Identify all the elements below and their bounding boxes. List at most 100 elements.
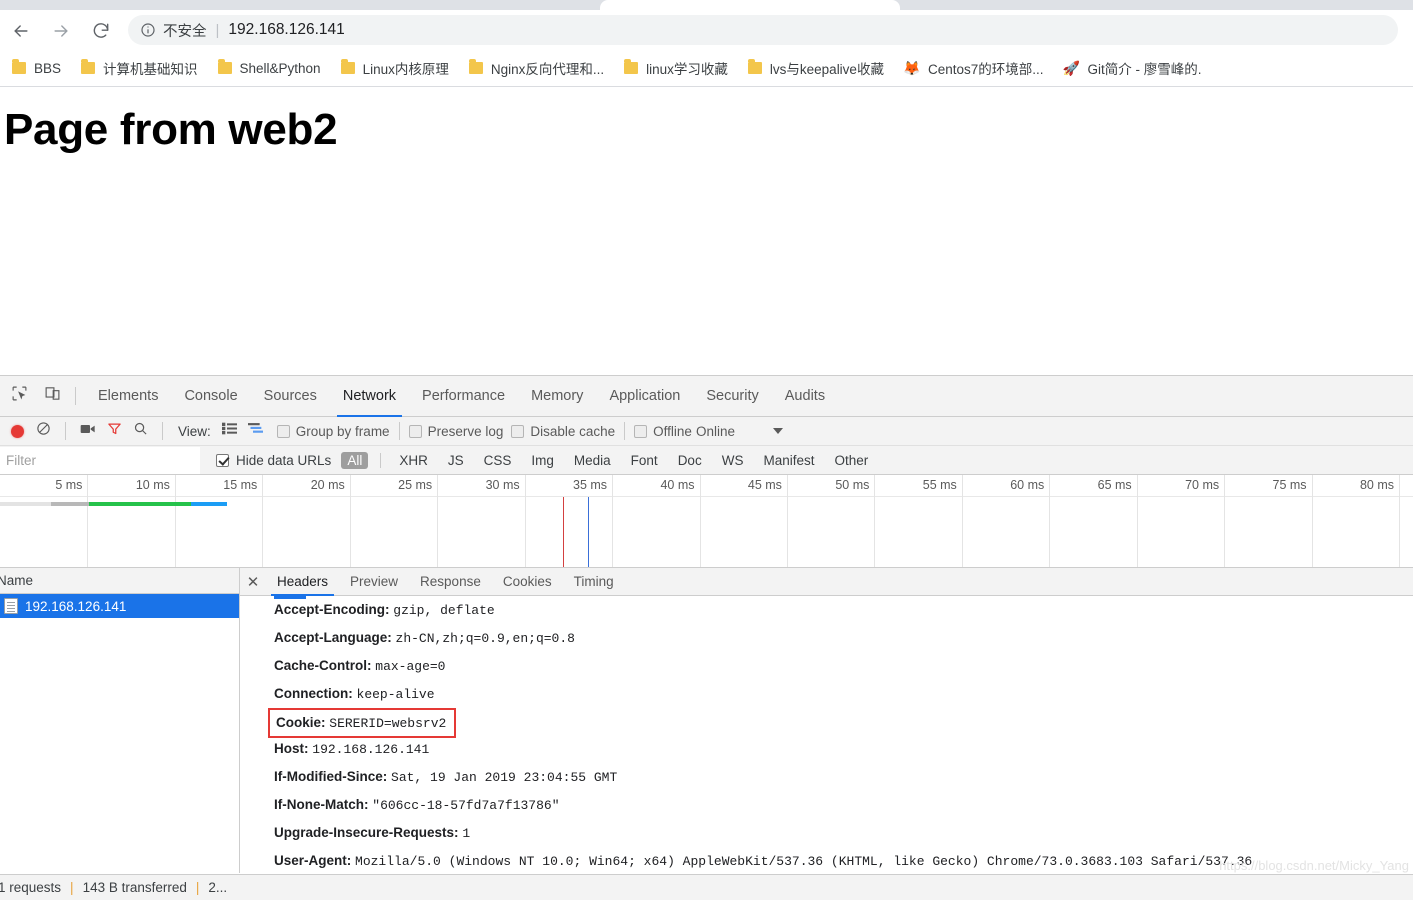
header-value: max-age=0 — [375, 659, 446, 674]
header-row: Connection: keep-alive — [274, 680, 1413, 708]
browser-tab-active[interactable] — [600, 0, 900, 10]
devtools-tabs: Elements Console Sources Network Performance… — [85, 376, 838, 417]
bookmark-item[interactable]: 🚀 Git简介 - 廖雪峰的. — [1058, 54, 1210, 82]
bookmark-item[interactable]: BBS — [6, 54, 69, 82]
view-list-button[interactable] — [217, 420, 243, 442]
folder-icon — [12, 59, 26, 74]
filter-divider — [380, 452, 382, 468]
filter-chip-js[interactable]: JS — [442, 452, 470, 469]
header-name: Upgrade-Insecure-Requests: — [274, 825, 459, 840]
filter-chip-ws[interactable]: WS — [716, 452, 750, 469]
detail-tab-timing[interactable]: Timing — [563, 568, 625, 596]
timeline-tick-label: 45 ms — [747, 478, 782, 492]
header-name: Accept-Encoding: — [274, 602, 390, 617]
header-row: Host: 192.168.126.141 — [274, 735, 1413, 763]
header-row: Cache-Control: max-age=0 — [274, 652, 1413, 680]
reload-button[interactable] — [88, 18, 114, 44]
timeline-gridline — [961, 475, 963, 567]
bookmark-item[interactable]: 🦊 Centos7的环境部... — [898, 54, 1052, 82]
header-value: SERERID=websrv2 — [329, 716, 447, 731]
forward-button[interactable] — [48, 18, 74, 44]
back-button[interactable] — [8, 18, 34, 44]
header-name: If-None-Match: — [274, 797, 369, 812]
url-text[interactable]: 192.168.126.141 — [228, 21, 344, 39]
tab-console[interactable]: Console — [171, 376, 250, 417]
disable-cache-checkbox[interactable]: Disable cache — [511, 424, 615, 439]
bookmark-item[interactable]: Linux内核原理 — [335, 54, 457, 82]
bookmark-item[interactable]: lvs与keepalive收藏 — [742, 54, 892, 82]
throttling-value[interactable]: Online — [696, 424, 735, 439]
preserve-log-checkbox[interactable]: Preserve log — [408, 424, 503, 439]
table-row[interactable]: 192.168.126.141 — [0, 594, 239, 618]
header-value: Mozilla/5.0 (Windows NT 10.0; Win64; x64… — [355, 854, 1253, 869]
clear-button[interactable] — [30, 420, 56, 442]
filter-input[interactable] — [0, 446, 200, 474]
header-value: gzip, deflate — [393, 603, 495, 618]
network-timeline-overview[interactable]: 5 ms 10 ms 15 ms 20 ms 25 ms 30 ms 35 ms 40 ms 4… — [0, 475, 1413, 568]
timeline-gridline — [349, 475, 351, 567]
detail-tab-response[interactable]: Response — [409, 568, 492, 596]
device-toolbar-button[interactable] — [38, 382, 66, 410]
bookmark-item[interactable]: 计算机基础知识 — [75, 54, 206, 82]
filter-chip-all[interactable]: All — [341, 451, 369, 469]
offline-checkbox[interactable]: Offline — [634, 424, 692, 439]
timeline-tick-label: 70 ms — [1185, 478, 1220, 492]
tab-strip — [0, 0, 1413, 10]
filter-toggle-button[interactable] — [101, 420, 127, 442]
inspect-element-button[interactable] — [5, 382, 33, 410]
toolbar-divider-3 — [162, 422, 163, 440]
tab-elements[interactable]: Elements — [85, 376, 171, 417]
filter-chip-css[interactable]: CSS — [478, 452, 518, 469]
header-value: Sat, 19 Jan 2019 23:04:55 GMT — [391, 770, 618, 785]
detail-tab-preview[interactable]: Preview — [339, 568, 409, 596]
info-circle-icon[interactable] — [140, 22, 156, 38]
capture-screenshots-button[interactable] — [75, 420, 101, 442]
folder-icon — [747, 59, 762, 74]
filter-chip-xhr[interactable]: XHR — [393, 452, 434, 469]
tab-memory[interactable]: Memory — [518, 376, 596, 417]
tab-sources[interactable]: Sources — [251, 376, 330, 417]
tab-audits[interactable]: Audits — [772, 376, 838, 417]
header-name: Connection: — [274, 686, 353, 701]
request-count: 1 requests — [0, 880, 62, 895]
throttling-dropdown-button[interactable] — [765, 420, 791, 442]
bookmark-item[interactable]: Nginx反向代理和... — [463, 54, 612, 82]
rocket-icon: 🚀 — [1062, 60, 1081, 76]
record-button-icon — [10, 424, 24, 438]
timeline-gridline — [174, 475, 176, 567]
filter-chip-other[interactable]: Other — [828, 452, 874, 469]
tab-application[interactable]: Application — [596, 376, 693, 417]
bookmark-item[interactable]: linux学习收藏 — [618, 54, 736, 82]
filter-chip-font[interactable]: Font — [625, 452, 664, 469]
search-button[interactable] — [127, 420, 153, 442]
detail-tab-headers[interactable]: Headers — [266, 568, 339, 596]
toolbar-divider-2 — [65, 422, 66, 440]
group-by-frame-checkbox[interactable]: Group by frame — [276, 424, 390, 439]
filter-chip-img[interactable]: Img — [525, 452, 560, 469]
clear-icon — [36, 421, 51, 441]
tab-network[interactable]: Network — [330, 376, 409, 417]
headers-rows: Accept-Encoding: gzip, deflate Accept-Lan… — [268, 596, 1413, 873]
bookmark-label: Linux内核原理 — [362, 62, 449, 77]
request-list-header: Name — [0, 568, 239, 594]
request-headers-list: Accept-Encoding: gzip, deflate Accept-Lan… — [240, 596, 1413, 873]
inspect-element-icon — [11, 385, 28, 407]
record-button[interactable] — [4, 420, 30, 442]
tab-security[interactable]: Security — [693, 376, 771, 417]
view-waterfall-button[interactable] — [243, 420, 269, 442]
bookmarks-bar: BBS 计算机基础知识 Shell&Python Linux内核原理 Nginx反向代理… — [0, 50, 1413, 87]
timeline-tick-label: 30 ms — [485, 478, 520, 492]
close-detail-button[interactable]: ✕ — [240, 569, 266, 595]
filter-chip-manifest[interactable]: Manifest — [757, 452, 820, 469]
bookmark-item[interactable]: Shell&Python — [212, 54, 329, 82]
timeline-gridline — [87, 475, 89, 567]
address-bar[interactable]: 不安全 | 192.168.126.141 — [128, 15, 1398, 45]
detail-tab-cookies[interactable]: Cookies — [492, 568, 563, 596]
hide-data-urls-checkbox[interactable]: Hide data URLs — [216, 453, 331, 468]
filter-chip-doc[interactable]: Doc — [672, 452, 708, 469]
search-icon — [133, 421, 148, 441]
browser-tab-inactive[interactable] — [908, 0, 1413, 10]
filter-chip-media[interactable]: Media — [568, 452, 617, 469]
tab-performance[interactable]: Performance — [409, 376, 518, 417]
bookmark-label: Nginx反向代理和... — [490, 62, 605, 77]
